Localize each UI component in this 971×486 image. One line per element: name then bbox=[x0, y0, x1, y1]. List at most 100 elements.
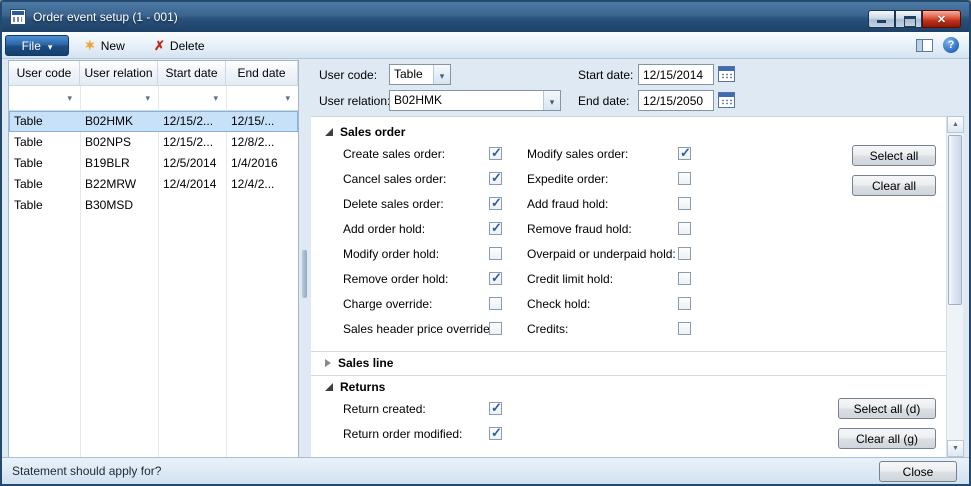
filter-dropdown-icon[interactable] bbox=[145, 93, 150, 104]
cell-user-code[interactable]: Table bbox=[9, 132, 80, 153]
cell-user-relation[interactable]: B02NPS bbox=[80, 132, 158, 153]
sales-header-price-override-checkbox[interactable] bbox=[489, 322, 502, 335]
delete-sales-order-label: Delete sales order: bbox=[343, 196, 444, 212]
charge-override-label: Charge override: bbox=[343, 296, 432, 312]
credits-label: Credits: bbox=[527, 321, 568, 337]
cell-user-code[interactable]: Table bbox=[9, 195, 80, 216]
scrollbar-thumb[interactable] bbox=[948, 135, 962, 305]
cell-start-date[interactable]: 12/4/2014 bbox=[158, 174, 226, 195]
end-date-input[interactable] bbox=[638, 90, 714, 111]
section-sales-order[interactable]: Sales order bbox=[311, 121, 950, 143]
filter-end-date[interactable] bbox=[226, 86, 298, 110]
modify-order-hold-checkbox[interactable] bbox=[489, 247, 502, 260]
credits-checkbox[interactable] bbox=[678, 322, 691, 335]
charge-override-checkbox[interactable] bbox=[489, 297, 502, 310]
cell-start-date[interactable] bbox=[158, 195, 226, 216]
add-fraud-hold-checkbox[interactable] bbox=[678, 197, 691, 210]
return-order-modified-checkbox[interactable] bbox=[489, 427, 502, 440]
cell-user-code[interactable]: Table bbox=[9, 174, 80, 195]
column-header-user-code[interactable]: User code bbox=[9, 61, 80, 86]
cell-user-relation[interactable]: B22MRW bbox=[80, 174, 158, 195]
table-row[interactable]: Table B19BLR 12/5/2014 1/4/2016 bbox=[9, 153, 298, 174]
cell-start-date[interactable]: 12/15/2... bbox=[158, 111, 226, 132]
collapse-expanded-icon[interactable] bbox=[325, 383, 333, 391]
section-title: Returns bbox=[340, 380, 385, 394]
status-bar: Statement should apply for? Close bbox=[2, 457, 969, 484]
filter-dropdown-icon[interactable] bbox=[67, 93, 72, 104]
delete-button[interactable]: Delete bbox=[148, 35, 211, 56]
cell-end-date[interactable]: 12/4/2... bbox=[226, 174, 298, 195]
minimize-button[interactable] bbox=[868, 10, 895, 28]
user-relation-combobox[interactable]: B02HMK bbox=[389, 90, 561, 111]
clear-all-button[interactable]: Clear all bbox=[852, 175, 936, 196]
scroll-up-icon[interactable] bbox=[947, 116, 964, 133]
splitter-grip[interactable] bbox=[302, 250, 307, 298]
cell-end-date[interactable]: 12/8/2... bbox=[226, 132, 298, 153]
expedite-order-checkbox[interactable] bbox=[678, 172, 691, 185]
filter-dropdown-icon[interactable] bbox=[213, 93, 218, 104]
help-icon[interactable]: ? bbox=[943, 37, 959, 53]
cell-user-code[interactable]: Table bbox=[9, 153, 80, 174]
cell-user-relation[interactable]: B19BLR bbox=[80, 153, 158, 174]
collapse-collapsed-icon[interactable] bbox=[325, 359, 331, 367]
select-all-d-button[interactable]: Select all (d) bbox=[838, 398, 936, 419]
select-all-button[interactable]: Select all bbox=[852, 145, 936, 166]
column-header-user-relation[interactable]: User relation bbox=[80, 61, 158, 86]
create-sales-order-checkbox[interactable] bbox=[489, 147, 502, 160]
cell-end-date[interactable]: 12/15/... bbox=[226, 111, 298, 132]
app-icon bbox=[10, 9, 26, 25]
table-row[interactable]: Table B22MRW 12/4/2014 12/4/2... bbox=[9, 174, 298, 195]
clear-all-g-button[interactable]: Clear all (g) bbox=[838, 428, 936, 449]
modify-sales-order-checkbox[interactable] bbox=[678, 147, 691, 160]
cancel-sales-order-label: Cancel sales order: bbox=[343, 171, 446, 187]
new-button[interactable]: New bbox=[78, 35, 131, 56]
column-header-start-date[interactable]: Start date bbox=[158, 61, 226, 86]
filter-user-code[interactable] bbox=[9, 86, 80, 110]
overpaid-underpaid-hold-label: Overpaid or underpaid hold: bbox=[527, 246, 676, 262]
user-code-combobox[interactable]: Table bbox=[389, 64, 451, 85]
scroll-down-icon[interactable] bbox=[947, 440, 964, 457]
overpaid-underpaid-hold-checkbox[interactable] bbox=[678, 247, 691, 260]
filter-user-relation[interactable] bbox=[80, 86, 158, 110]
close-button[interactable]: Close bbox=[879, 461, 957, 482]
return-created-checkbox[interactable] bbox=[489, 402, 502, 415]
add-order-hold-checkbox[interactable] bbox=[489, 222, 502, 235]
filter-dropdown-icon[interactable] bbox=[285, 93, 290, 104]
chevron-down-icon[interactable] bbox=[433, 65, 450, 84]
maximize-button[interactable] bbox=[895, 10, 922, 28]
cell-user-relation[interactable]: B30MSD bbox=[80, 195, 158, 216]
cancel-sales-order-checkbox[interactable] bbox=[489, 172, 502, 185]
check-hold-label: Check hold: bbox=[527, 296, 590, 312]
section-returns[interactable]: Returns bbox=[311, 375, 950, 397]
delete-sales-order-checkbox[interactable] bbox=[489, 197, 502, 210]
table-row[interactable]: Table B02NPS 12/15/2... 12/8/2... bbox=[9, 132, 298, 153]
column-header-end-date[interactable]: End date bbox=[226, 61, 298, 86]
return-order-modified-label: Return order modified: bbox=[343, 426, 462, 442]
collapse-expanded-icon[interactable] bbox=[325, 128, 333, 136]
vertical-scrollbar[interactable] bbox=[946, 116, 963, 457]
layout-pane-icon[interactable] bbox=[916, 39, 933, 52]
remove-order-hold-checkbox[interactable] bbox=[489, 272, 502, 285]
close-window-button[interactable] bbox=[922, 10, 961, 28]
calendar-icon[interactable] bbox=[718, 66, 735, 82]
panel-splitter[interactable] bbox=[301, 60, 309, 458]
section-sales-line[interactable]: Sales line bbox=[311, 351, 950, 373]
table-row[interactable]: Table B30MSD bbox=[9, 195, 298, 216]
credit-limit-hold-checkbox[interactable] bbox=[678, 272, 691, 285]
cell-user-relation[interactable]: B02HMK bbox=[80, 111, 158, 132]
cell-end-date[interactable] bbox=[226, 195, 298, 216]
new-button-label: New bbox=[101, 39, 125, 53]
check-hold-checkbox[interactable] bbox=[678, 297, 691, 310]
filter-start-date[interactable] bbox=[158, 86, 226, 110]
cell-end-date[interactable]: 1/4/2016 bbox=[226, 153, 298, 174]
remove-fraud-hold-checkbox[interactable] bbox=[678, 222, 691, 235]
table-row[interactable]: Table B02HMK 12/15/2... 12/15/... bbox=[9, 111, 298, 132]
cell-start-date[interactable]: 12/5/2014 bbox=[158, 153, 226, 174]
cell-start-date[interactable]: 12/15/2... bbox=[158, 132, 226, 153]
calendar-icon[interactable] bbox=[718, 92, 735, 108]
chevron-down-icon[interactable] bbox=[543, 91, 560, 110]
file-menu-button[interactable]: File bbox=[5, 35, 69, 56]
title-bar[interactable]: Order event setup (1 - 001) bbox=[2, 2, 969, 32]
start-date-input[interactable] bbox=[638, 64, 714, 85]
cell-user-code[interactable]: Table bbox=[9, 111, 80, 132]
